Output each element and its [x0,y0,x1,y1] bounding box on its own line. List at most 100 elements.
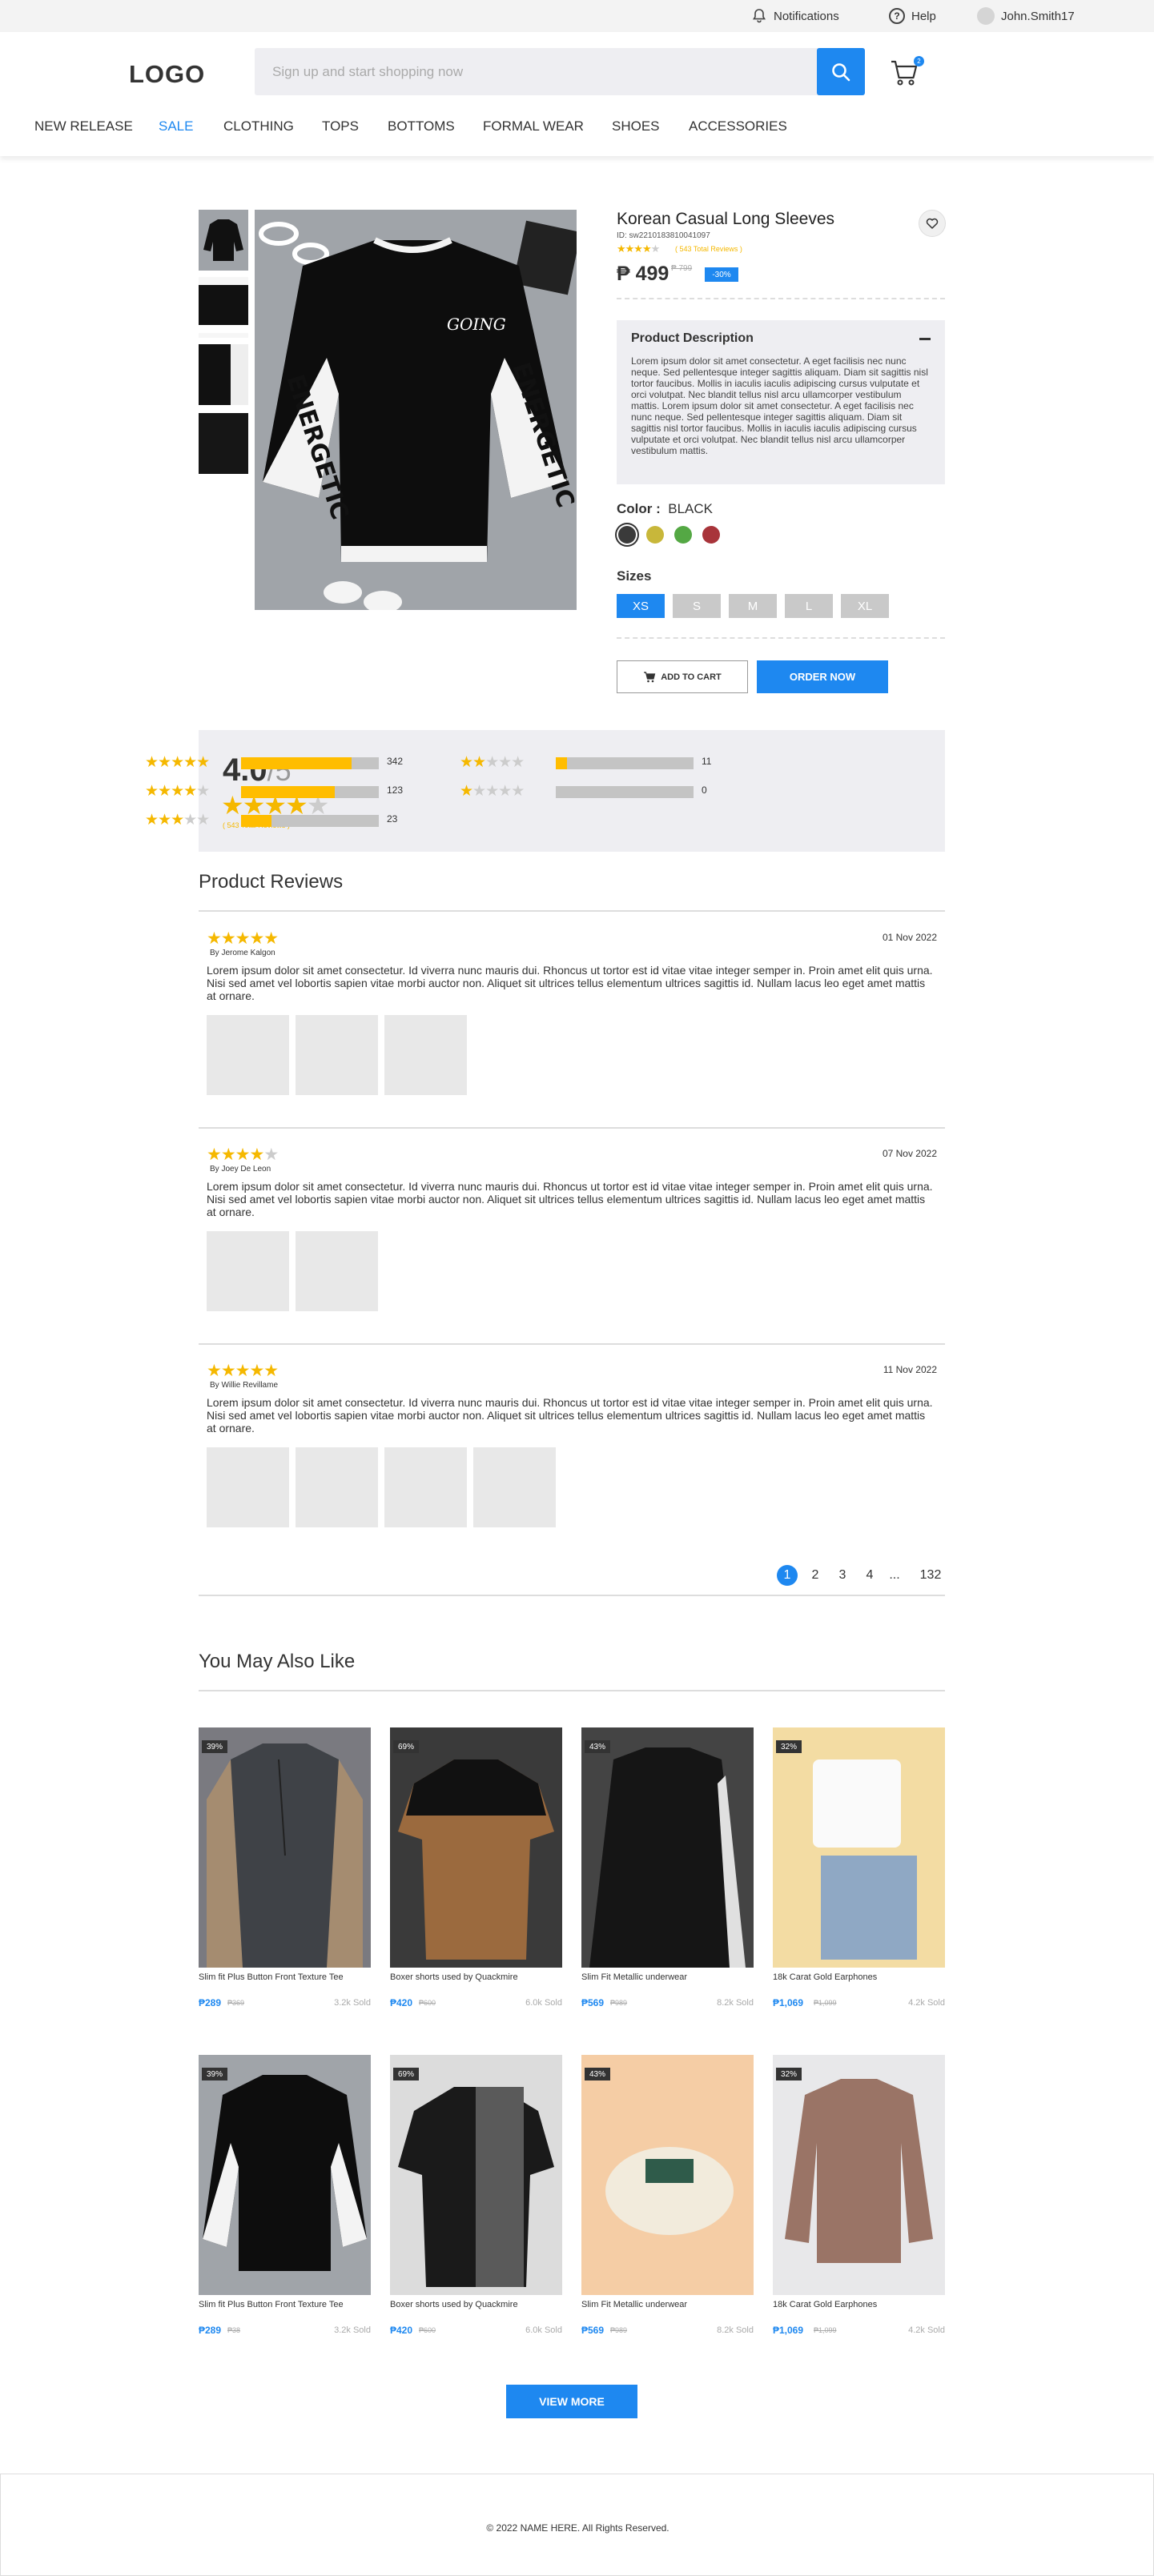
product-card-name[interactable]: 18k Carat Gold Earphones [773,1972,945,1983]
product-card[interactable]: 32% 18k Carat Gold Earphones ₱1,069 ₱1,099 4… [773,1727,945,2016]
product-star-rating: ★★★★★ [617,243,660,255]
product-card-name[interactable]: 18k Carat Gold Earphones [773,2299,945,2310]
product-card-name[interactable]: Slim fit Plus Button Front Texture Tee [199,1972,371,1983]
product-card-name[interactable]: Boxer shorts used by Quackmire [390,2299,562,2310]
review-photo[interactable] [384,1447,467,1527]
discount-badge: 39% [202,2068,227,2080]
logo[interactable]: LOGO [129,60,205,89]
review-date: 01 Nov 2022 [882,932,937,943]
review-photo[interactable] [473,1447,556,1527]
search-bar [255,48,865,95]
nav-tops[interactable]: TOPS [322,118,359,134]
product-card-image[interactable]: 43% [581,1727,754,1968]
description-header[interactable]: Product Description [631,331,931,346]
total-reviews-link[interactable]: ( 543 Total Reviews ) [675,245,742,253]
color-swatch[interactable] [618,526,636,544]
product-card-name[interactable]: Boxer shorts used by Quackmire [390,1972,562,1983]
review-stars: ★★★★★ [207,1146,279,1164]
heart-icon [926,218,939,229]
product-card-old-price: ₱600 [419,1999,436,2007]
product-card[interactable]: 43% Slim Fit Metallic underwear ₱569 ₱989 8.… [581,1727,754,2016]
favorite-button[interactable] [919,210,946,237]
product-card[interactable]: 39% Slim fit Plus Button Front Texture Te… [199,2055,371,2343]
rating-row-count: 342 [387,756,404,767]
product-card-image[interactable]: 43% [581,2055,754,2295]
notifications-link[interactable]: Notifications [751,0,839,32]
nav-new-release[interactable]: NEW RELEASE [34,118,133,134]
product-card-sold: 8.2k Sold [717,2325,754,2335]
divider [199,1127,945,1129]
product-card-image[interactable]: 69% [390,2055,562,2295]
review-photo[interactable] [207,1231,289,1311]
color-swatch[interactable] [674,526,692,544]
search-input[interactable] [255,48,815,95]
size-option-s[interactable]: S [673,594,721,618]
size-option-xl[interactable]: XL [841,594,889,618]
size-option-xs[interactable]: XS [617,594,665,618]
review-stars: ★★★★★ [207,929,279,948]
review-photo[interactable] [384,1015,467,1095]
product-card-name[interactable]: Slim fit Plus Button Front Texture Tee [199,2299,371,2310]
product-card[interactable]: 39% Slim fit Plus Button Front Texture Te… [199,1727,371,2016]
product-card-price: ₱1,069 [773,2325,804,2336]
discount-badge: 69% [393,1740,419,1753]
nav-bottoms[interactable]: BOTTOMS [388,118,455,134]
divider [199,910,945,912]
color-swatch[interactable] [702,526,720,544]
product-card-image[interactable]: 32% [773,2055,945,2295]
review-photo[interactable] [296,1231,378,1311]
color-swatch[interactable] [646,526,664,544]
review-photo[interactable] [296,1015,378,1095]
gallery-thumbnail[interactable] [199,344,248,405]
product-card-image[interactable]: 39% [199,1727,371,1968]
discount-badge: 43% [585,1740,610,1753]
product-card[interactable]: 69% Boxer shorts used by Quackmire ₱420 ₱60… [390,2055,562,2343]
rating-bar [556,757,694,769]
page-2[interactable]: 2 [805,1565,826,1586]
size-option-m[interactable]: M [729,594,777,618]
discount-badge: 32% [776,2068,802,2080]
product-id: ID: sw2210183810041097 [617,231,710,240]
rating-bar [241,786,379,798]
add-to-cart-button[interactable]: ADD TO CART [617,660,748,693]
review-photo[interactable] [296,1447,378,1527]
account-link[interactable]: John.Smith17 [977,0,1075,32]
product-card-image[interactable]: 39% [199,2055,371,2295]
divider [617,637,945,639]
page-ellipsis: ... [889,1568,900,1582]
order-now-button[interactable]: ORDER NOW [757,660,888,693]
product-card-name[interactable]: Slim Fit Metallic underwear [581,2299,754,2310]
page-3[interactable]: 3 [832,1565,853,1586]
page-last[interactable]: 132 [915,1565,947,1586]
main-nav: NEW RELEASE SALE CLOTHING TOPS BOTTOMS F… [0,118,1154,150]
review-photo[interactable] [207,1447,289,1527]
size-option-l[interactable]: L [785,594,833,618]
review-photo[interactable] [207,1015,289,1095]
nav-accessories[interactable]: ACCESSORIES [689,118,787,134]
product-card-sold: 8.2k Sold [717,1998,754,2008]
page-1[interactable]: 1 [777,1565,798,1586]
gallery-thumbnail[interactable] [199,210,248,271]
nav-sale[interactable]: SALE [159,118,193,134]
product-title: Korean Casual Long Sleeves [617,210,835,228]
review-date: 11 Nov 2022 [883,1364,937,1375]
product-card[interactable]: 32% 18k Carat Gold Earphones ₱1,069 ₱1,099 4… [773,2055,945,2343]
view-more-button[interactable]: VIEW MORE [506,2385,637,2418]
product-card-image[interactable]: 32% [773,1727,945,1968]
selected-color-name: BLACK [668,501,713,516]
nav-shoes[interactable]: SHOES [612,118,660,134]
cart-button[interactable]: 2 [889,56,924,88]
product-card[interactable]: 43% Slim Fit Metallic underwear ₱569 ₱989 8.… [581,2055,754,2343]
search-button[interactable] [817,48,865,95]
rating-row-stars: ★★★★★ [145,812,210,829]
help-link[interactable]: ? Help [889,0,936,32]
nav-formal-wear[interactable]: FORMAL WEAR [483,118,584,134]
gallery-thumbnail[interactable] [199,277,248,338]
product-card-image[interactable]: 69% [390,1727,562,1968]
gallery-thumbnail[interactable] [199,413,248,474]
nav-clothing[interactable]: CLOTHING [223,118,294,134]
product-card-name[interactable]: Slim Fit Metallic underwear [581,1972,754,1983]
product-card[interactable]: 69% Boxer shorts used by Quackmire ₱420 ₱60… [390,1727,562,2016]
page-4[interactable]: 4 [859,1565,880,1586]
rating-row-stars: ★★★★★ [460,754,525,771]
